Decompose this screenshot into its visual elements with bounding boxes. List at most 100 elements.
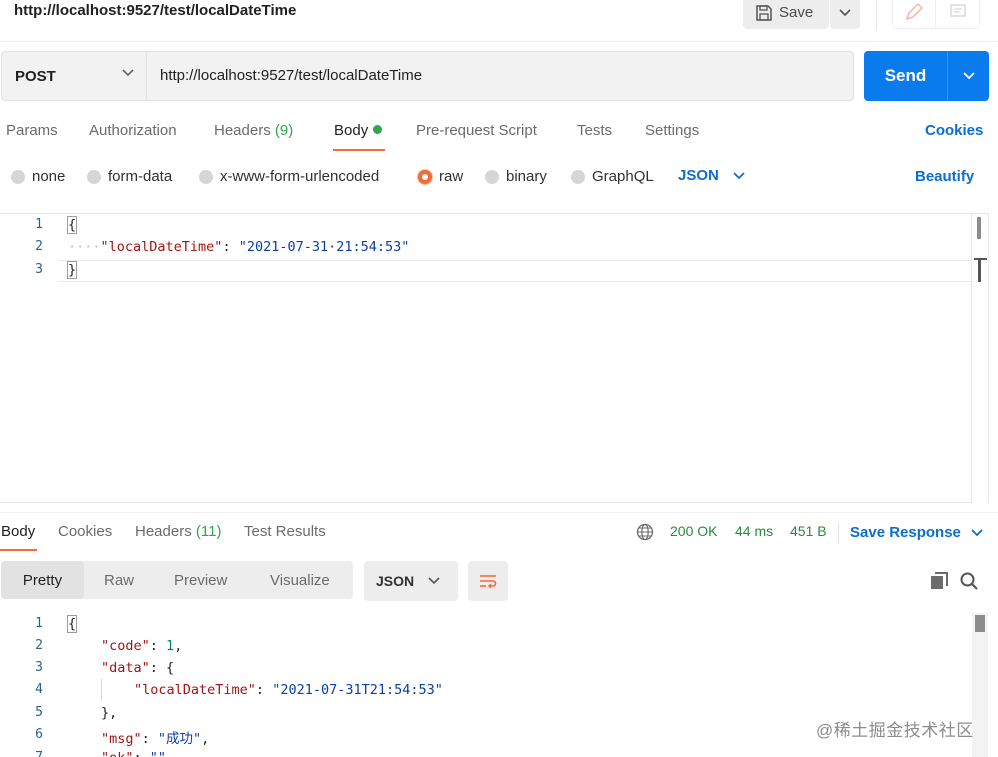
radio-circle-selected	[418, 169, 432, 184]
code-text: "msg": "成功",	[101, 727, 209, 747]
view-raw[interactable]: Raw	[104, 561, 134, 599]
line-number: 3	[35, 660, 43, 675]
wrap-lines-button[interactable]	[468, 561, 508, 601]
line-number: 1	[35, 217, 43, 232]
json-key: "msg"	[101, 731, 142, 747]
json-separator: :	[149, 638, 167, 654]
method-select[interactable]: POST	[2, 52, 147, 100]
response-time[interactable]: 44 ms	[735, 523, 773, 539]
tab-body[interactable]: Body	[334, 122, 383, 139]
radio-circle	[11, 169, 25, 184]
json-separator: :	[141, 731, 158, 747]
radio-circle	[199, 169, 213, 184]
comment-button[interactable]	[936, 0, 979, 28]
url-input[interactable]	[160, 67, 840, 84]
response-tab-body[interactable]: Body	[1, 523, 35, 540]
status-code[interactable]: 200 OK	[670, 523, 717, 539]
json-punct: ,	[201, 731, 210, 747]
code-text: "code": 1,	[101, 638, 182, 654]
body-language-select[interactable]: JSON	[678, 167, 745, 184]
json-string-value: "成功"	[157, 731, 202, 747]
request-body-editor[interactable]: 1 { 2 ····"localDateTime": "2021-07-31·2…	[0, 213, 989, 503]
code-line: 1 {	[0, 615, 970, 639]
json-string-value: "2021-07-31·21:54:53"	[238, 239, 410, 255]
wrap-lines-icon	[480, 575, 497, 589]
radio-label: raw	[439, 168, 464, 185]
cursor-position-marker	[974, 258, 987, 282]
save-response-button[interactable]: Save Response	[850, 524, 983, 541]
radio-urlencoded[interactable]: x-www-form-urlencoded	[199, 168, 379, 185]
tab-headers-label: Headers	[214, 122, 271, 139]
radio-graphql[interactable]: GraphQL	[571, 168, 654, 185]
chevron-down-icon	[122, 69, 134, 77]
save-button[interactable]: Save	[743, 0, 829, 29]
radio-binary[interactable]: binary	[485, 168, 547, 185]
view-visualize[interactable]: Visualize	[270, 561, 330, 599]
radio-label: binary	[506, 168, 547, 185]
header-divider	[876, 0, 877, 30]
line-number: 5	[35, 705, 43, 720]
response-scrollbar[interactable]	[972, 613, 988, 757]
response-format-select[interactable]: JSON	[364, 561, 458, 601]
search-icon[interactable]	[959, 571, 979, 591]
response-tab-test-results[interactable]: Test Results	[244, 523, 326, 540]
headers-count: (9)	[274, 122, 294, 139]
body-type-selector: none form-data x-www-form-urlencoded raw…	[0, 160, 998, 192]
floppy-disk-icon	[756, 4, 772, 21]
send-button[interactable]: Send	[864, 51, 947, 101]
response-size[interactable]: 451 B	[790, 523, 827, 539]
json-key: "code"	[101, 638, 150, 654]
tab-prerequest-script[interactable]: Pre-request Script	[416, 122, 537, 139]
beautify-button[interactable]: Beautify	[915, 168, 974, 185]
code-line: 7 "ok": ""	[0, 750, 970, 757]
send-options-button[interactable]	[948, 51, 989, 101]
response-tab-headers[interactable]: Headers (11)	[135, 523, 221, 540]
active-response-tab-indicator	[0, 549, 37, 551]
tab-authorization[interactable]: Authorization	[89, 122, 177, 139]
code-text: {	[66, 216, 78, 234]
json-key: "data"	[101, 660, 150, 676]
view-pretty[interactable]: Pretty	[1, 561, 84, 599]
request-tabs: Params Authorization Headers (9) Body Pr…	[0, 112, 998, 152]
radio-label: GraphQL	[592, 168, 654, 185]
request-title[interactable]: http://localhost:9527/test/localDateTime	[14, 2, 296, 19]
radio-form-data[interactable]: form-data	[87, 168, 172, 185]
line-number: 3	[35, 262, 43, 277]
line-number: 6	[35, 727, 43, 742]
radio-none[interactable]: none	[11, 168, 65, 185]
tab-tests[interactable]: Tests	[577, 122, 612, 139]
radio-label: x-www-form-urlencoded	[220, 168, 380, 185]
response-tab-cookies[interactable]: Cookies	[58, 523, 112, 540]
scrollbar-thumb[interactable]	[977, 217, 981, 239]
edit-button[interactable]	[893, 0, 936, 28]
response-format-label: JSON	[376, 573, 415, 589]
cookies-link[interactable]: Cookies	[925, 122, 983, 139]
active-tab-indicator	[333, 149, 385, 151]
json-punct: {	[166, 660, 175, 676]
tab-headers[interactable]: Headers (9)	[214, 122, 293, 139]
request-header: http://localhost:9527/test/localDateTime…	[0, 0, 998, 42]
scrollbar-thumb[interactable]	[975, 615, 985, 632]
tab-params[interactable]: Params	[6, 122, 58, 139]
chevron-down-icon	[428, 577, 440, 585]
code-text: }	[66, 261, 78, 279]
line-number: 7	[0, 750, 43, 757]
response-headers-count: (11)	[195, 523, 222, 540]
chevron-down-icon	[971, 528, 983, 536]
globe-icon[interactable]	[636, 523, 654, 541]
save-options-button[interactable]	[830, 0, 860, 29]
json-key: "ok"	[101, 750, 134, 757]
send-button-group: Send	[864, 51, 989, 101]
request-editor-scrollbar[interactable]	[971, 214, 988, 503]
code-text: "localDateTime": "2021-07-31T21:54:53"	[134, 682, 443, 698]
line-number: 1	[35, 616, 43, 631]
radio-label: form-data	[108, 168, 173, 185]
copy-icon[interactable]	[929, 571, 949, 591]
view-preview[interactable]: Preview	[174, 561, 227, 599]
header-icon-group	[893, 0, 979, 28]
chevron-down-icon	[962, 72, 975, 80]
code-text: {	[66, 615, 78, 633]
radio-raw[interactable]: raw	[418, 168, 463, 185]
tab-settings[interactable]: Settings	[645, 122, 699, 139]
code-line: 2 ····"localDateTime": "2021-07-31·21:54…	[0, 239, 970, 262]
